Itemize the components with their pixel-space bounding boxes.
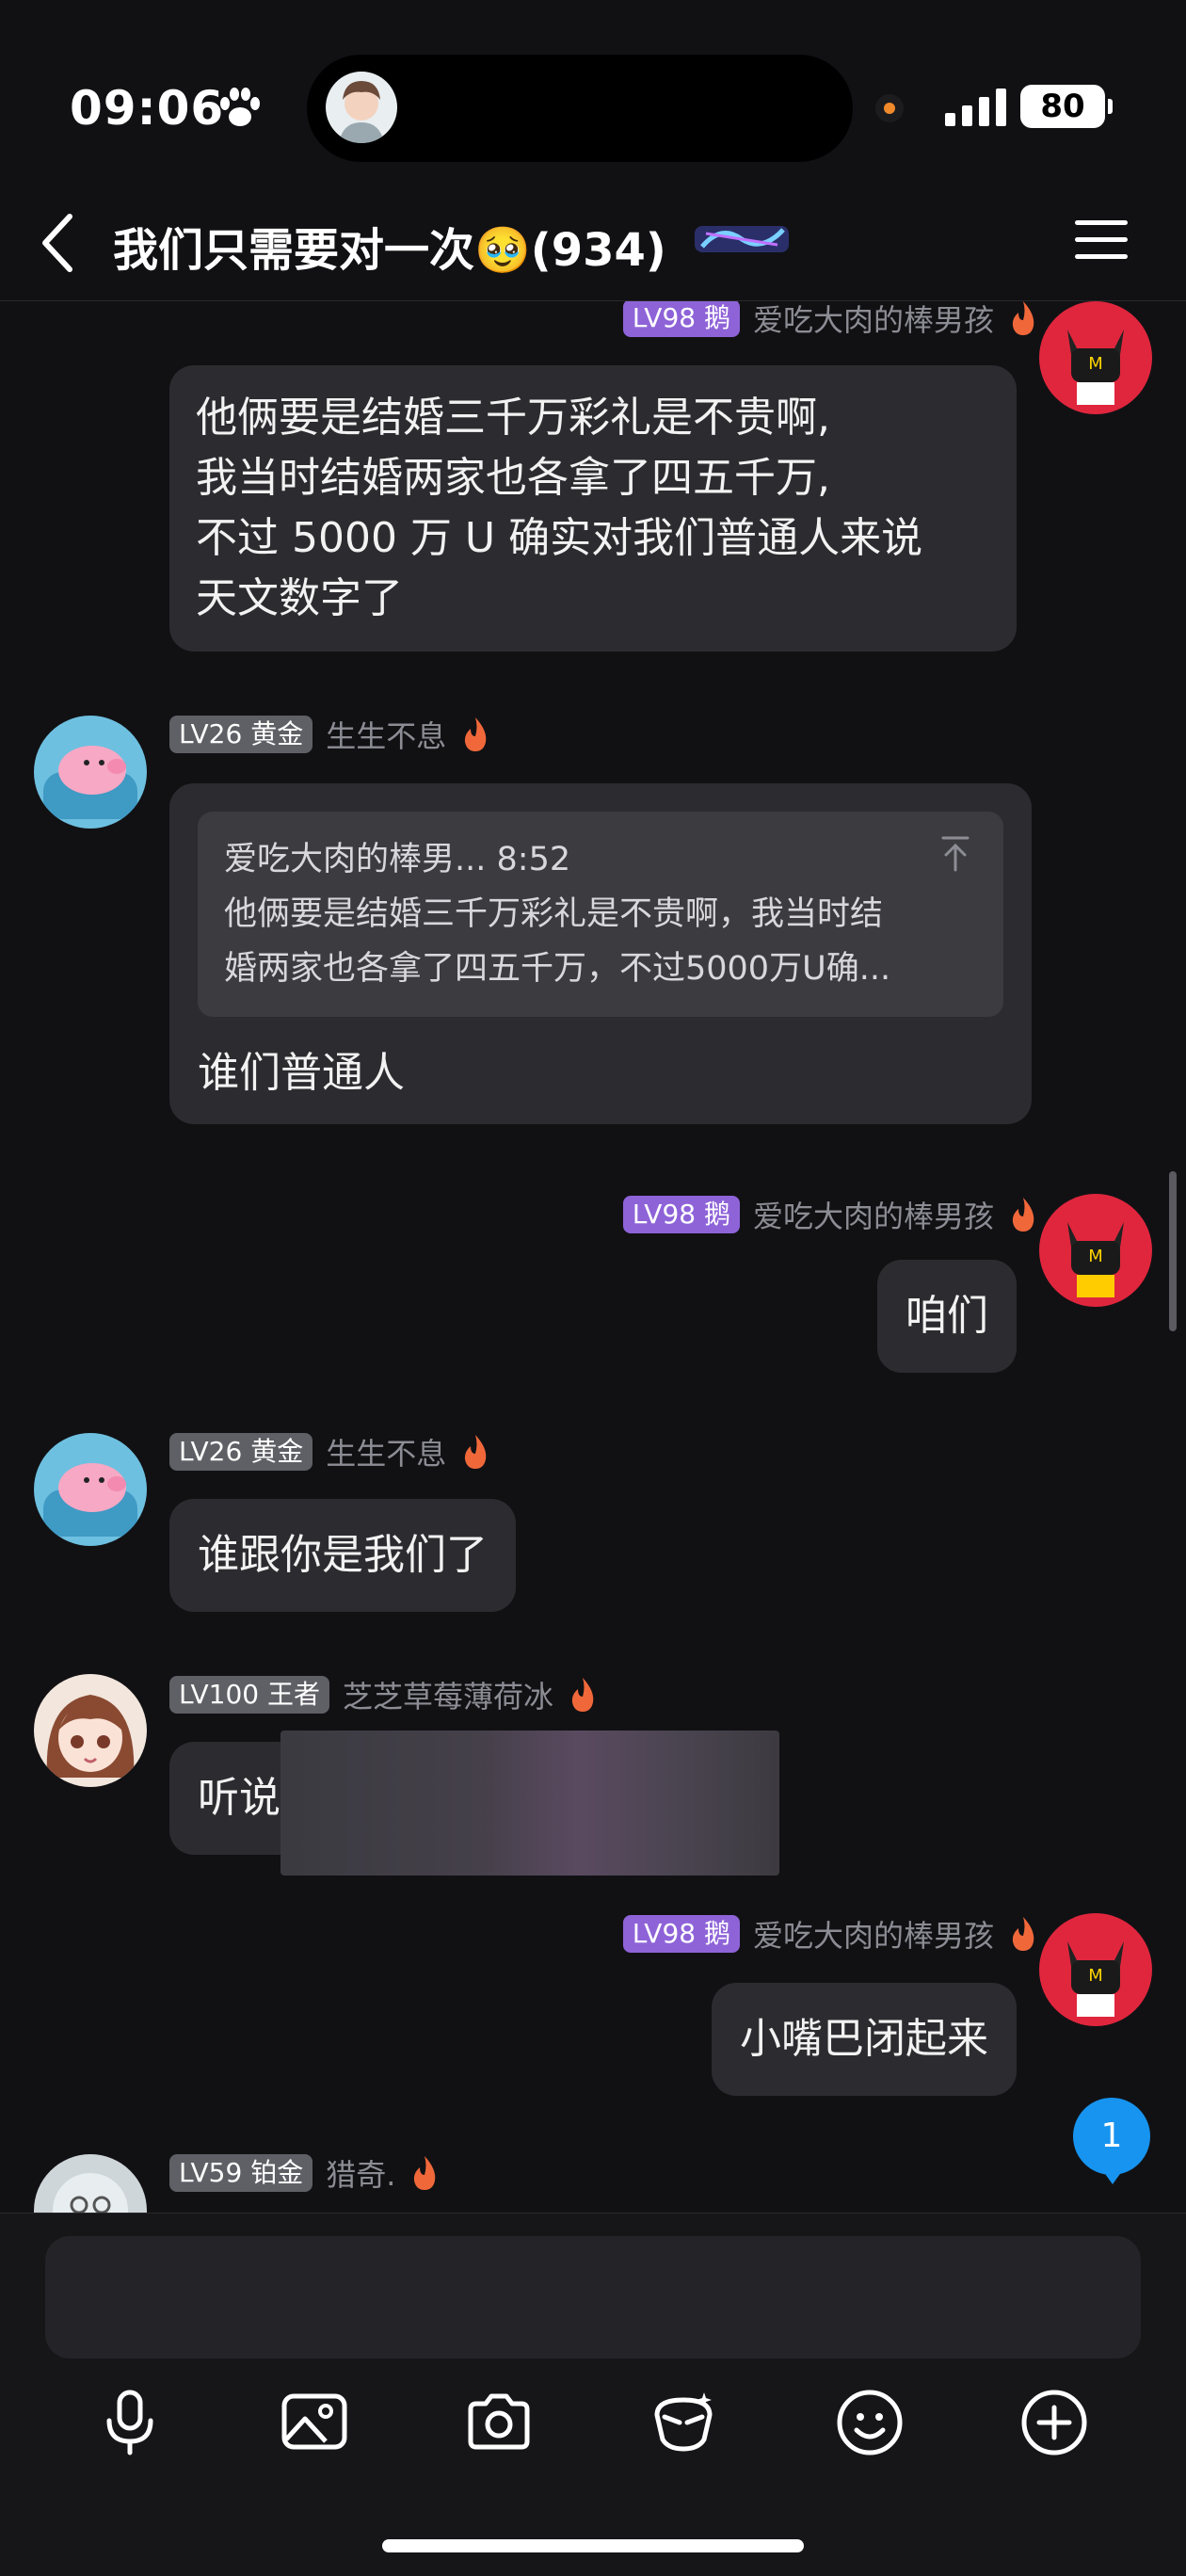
svg-text:M: M [1088,354,1103,374]
avatar[interactable]: M [1039,1913,1152,2026]
message-bubble[interactable]: 小嘴巴闭起来 [712,1983,1017,2096]
nickname[interactable]: 生生不息 [326,713,446,756]
message-meta: LV98 鹅 爱吃大肉的棒男孩 [622,1912,1039,1956]
message-text: 小嘴巴闭起来 [740,2015,988,2063]
message-text: 谁跟你是我们了 [198,1531,488,1579]
flame-icon [1012,1917,1034,1951]
level-badge: LV98 鹅 [622,1196,740,1233]
nickname[interactable]: 爱吃大肉的棒男孩 [753,1912,994,1956]
message-meta: LV98 鹅 爱吃大肉的棒男孩 [622,1193,1039,1236]
level-badge: LV26 黄金 [169,1433,313,1471]
svg-text:M: M [1088,1966,1103,1986]
avatar[interactable] [34,1433,147,1546]
image-icon[interactable] [279,2387,350,2458]
level-badge: LV98 鹅 [622,301,740,337]
quote-line: 婚两家也各拿了四五千万，不过5000万U确... [224,950,891,988]
nickname[interactable]: 爱吃大肉的棒男孩 [753,1193,994,1236]
avatar[interactable]: M [1039,301,1152,414]
chat-title: 我们只需要对一次🥹(934) [113,224,666,277]
emoji-icon[interactable] [834,2387,906,2458]
menu-icon[interactable] [1075,217,1128,264]
avatar[interactable] [34,716,147,829]
message-text: 谁们普通人 [198,1049,405,1097]
status-time: 09:06 [70,81,225,136]
message-input[interactable] [45,2236,1141,2359]
home-indicator[interactable] [382,2539,804,2552]
camera-icon[interactable] [463,2387,535,2458]
message-bubble[interactable]: 爱吃大肉的棒男... 8:52 他俩要是结婚三千万彩礼是不贵啊，我当时结 婚两家… [169,783,1032,1124]
message-meta: LV98 鹅 爱吃大肉的棒男孩 [622,301,1039,340]
chat-header: 我们只需要对一次🥹(934) [0,188,1186,301]
scrollbar[interactable] [1169,1171,1177,1331]
avatar[interactable] [34,2154,147,2213]
signal-icon [945,89,1006,126]
avatar[interactable] [34,1674,147,1787]
level-badge: LV26 黄金 [169,716,313,753]
level-badge: LV100 王者 [169,1676,330,1714]
flame-icon [1012,301,1034,335]
quote-line: 他俩要是结婚三千万彩礼是不贵啊，我当时结 [224,895,884,933]
flame-icon [1012,1198,1034,1232]
battery-indicator: 80 [1020,85,1113,128]
message-meta: LV26 黄金 生生不息 [169,714,491,755]
message-bubble[interactable]: 谁跟你是我们了 [169,1499,516,1612]
message-line: 天文数字了 [196,574,403,622]
nickname[interactable]: 猎奇. [326,2151,395,2195]
message-meta: LV59 铂金 猎奇. [169,2152,441,2194]
microphone-icon[interactable] [94,2387,166,2458]
quoted-message[interactable]: 爱吃大肉的棒男... 8:52 他俩要是结婚三千万彩礼是不贵啊，我当时结 婚两家… [198,812,1003,1017]
unread-count-badge[interactable]: 1 [1073,2098,1150,2184]
blurred-region [280,1731,779,1876]
message-meta: LV26 黄金 生生不息 [169,1431,491,1473]
plus-icon[interactable] [1018,2387,1090,2458]
island-avatar [326,72,397,143]
composer [0,2213,1186,2576]
nickname[interactable]: 生生不息 [326,1430,446,1473]
status-bar: 09:06 80 [0,0,1186,188]
nickname[interactable]: 芝芝草莓薄荷冰 [343,1673,553,1716]
level-badge: LV98 鹅 [622,1915,740,1953]
svg-text:M: M [1088,1247,1103,1266]
chat-feed[interactable]: M LV98 鹅 爱吃大肉的棒男孩 他俩要是结婚三千万彩礼是不贵啊, 我当时结婚… [0,301,1186,2213]
flame-icon [465,1435,487,1469]
camera-indicator [875,94,904,122]
quote-header: 爱吃大肉的棒男... 8:52 [224,841,571,878]
message-text: 咱们 [906,1292,988,1340]
message-bubble[interactable]: 他俩要是结婚三千万彩礼是不贵啊, 我当时结婚两家也各拿了四五千万, 不过 500… [169,365,1017,652]
back-icon[interactable] [38,211,75,275]
message-line: 不过 5000 万 U 确实对我们普通人来说 [196,514,923,562]
message-meta: LV100 王者 芝芝草莓薄荷冰 [169,1674,599,1715]
nickname[interactable]: 爱吃大肉的棒男孩 [753,301,994,340]
avatar[interactable]: M [1039,1194,1152,1307]
paw-icon [220,88,260,126]
flame-icon [571,1678,594,1712]
message-line: 我当时结婚两家也各拿了四五千万, [196,454,830,502]
message-line: 他俩要是结婚三千万彩礼是不贵啊, [196,394,830,442]
flame-icon [465,717,487,751]
message-bubble[interactable]: 咱们 [877,1260,1017,1373]
flame-icon [414,2156,436,2190]
jump-to-quote-icon[interactable] [939,834,971,872]
level-badge: LV59 铂金 [169,2154,313,2192]
sticker-icon[interactable] [648,2387,719,2458]
group-badge-icon [695,226,789,252]
